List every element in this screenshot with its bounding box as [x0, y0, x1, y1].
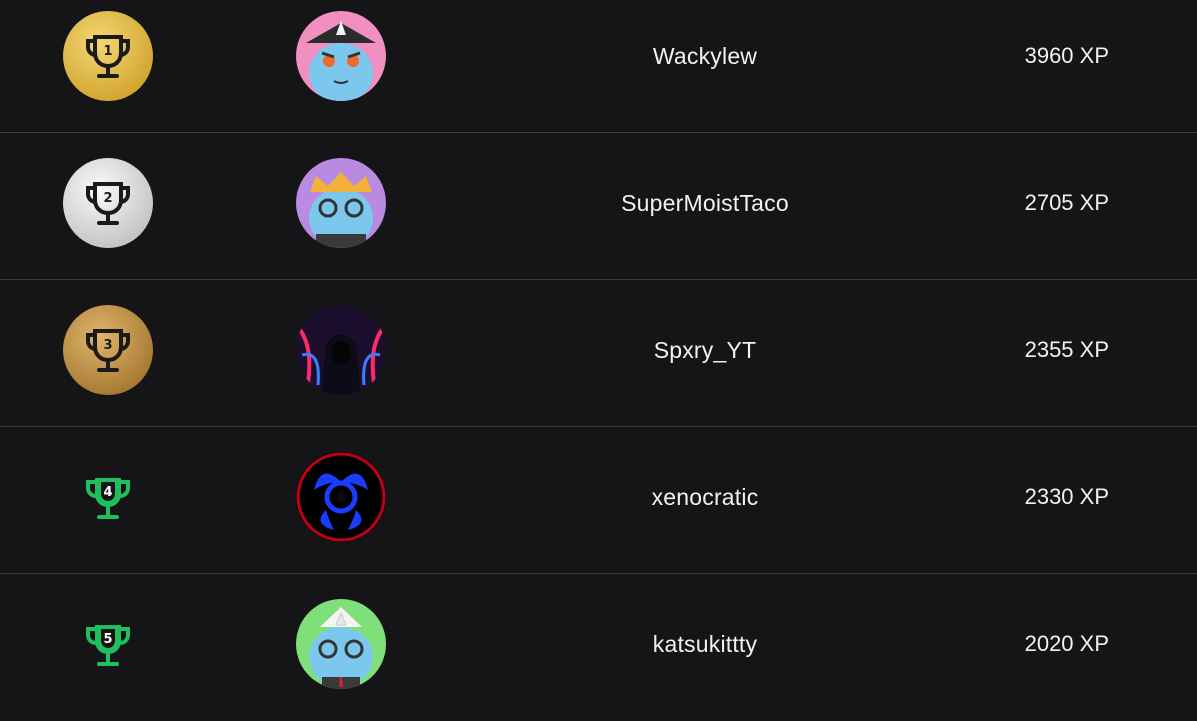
leaderboard-row[interactable]: 3 Spxry_YT 2355 XP	[0, 281, 1197, 427]
xp-value: 2330 XP	[1024, 484, 1109, 509]
rank-badge: 5	[63, 599, 153, 689]
gold-medal-badge: 1	[63, 11, 153, 101]
xp-value: 3960 XP	[1024, 43, 1109, 68]
rank-number: 3	[103, 338, 112, 353]
trophy-icon: 4	[86, 478, 130, 519]
unicorn-pirate-avatar[interactable]	[296, 11, 386, 101]
username[interactable]: Wackylew	[555, 43, 855, 70]
blue-biohazard-avatar[interactable]	[296, 452, 386, 542]
username[interactable]: xenocratic	[555, 484, 855, 511]
leaderboard-row[interactable]: 2 SuperMoistTaco 2705 XP	[0, 134, 1197, 280]
trophy-icon: 3	[86, 329, 130, 372]
trophy-icon: 1	[86, 35, 130, 78]
silver-medal-badge: 2	[63, 158, 153, 248]
unicorn-crown-avatar[interactable]	[296, 158, 386, 248]
neon-hooded-figure-avatar[interactable]	[296, 305, 386, 395]
leaderboard-row[interactable]: 4 xenocratic 2330 XP	[0, 428, 1197, 574]
username[interactable]: SuperMoistTaco	[555, 190, 855, 217]
username[interactable]: Spxry_YT	[555, 337, 855, 364]
rank-number: 5	[103, 632, 112, 647]
unicorn-sailor-avatar[interactable]	[296, 599, 386, 689]
trophy-icon: 2	[86, 182, 130, 225]
rank-number: 2	[103, 191, 112, 206]
bronze-medal-badge: 3	[63, 305, 153, 395]
leaderboard: 1 Wackylew 3960 XP 2 SuperMoistTaco 2705…	[0, 0, 1197, 696]
rank-number: 4	[103, 485, 112, 500]
trophy-icon: 5	[86, 625, 130, 666]
xp-value: 2355 XP	[1024, 337, 1109, 362]
leaderboard-row[interactable]: 5 katsukittty 2020 XP	[0, 575, 1197, 721]
username[interactable]: katsukittty	[555, 631, 855, 658]
leaderboard-row[interactable]: 1 Wackylew 3960 XP	[0, 0, 1197, 133]
xp-value: 2705 XP	[1024, 190, 1109, 215]
rank-number: 1	[103, 44, 112, 59]
xp-value: 2020 XP	[1024, 631, 1109, 656]
rank-badge: 4	[63, 452, 153, 542]
